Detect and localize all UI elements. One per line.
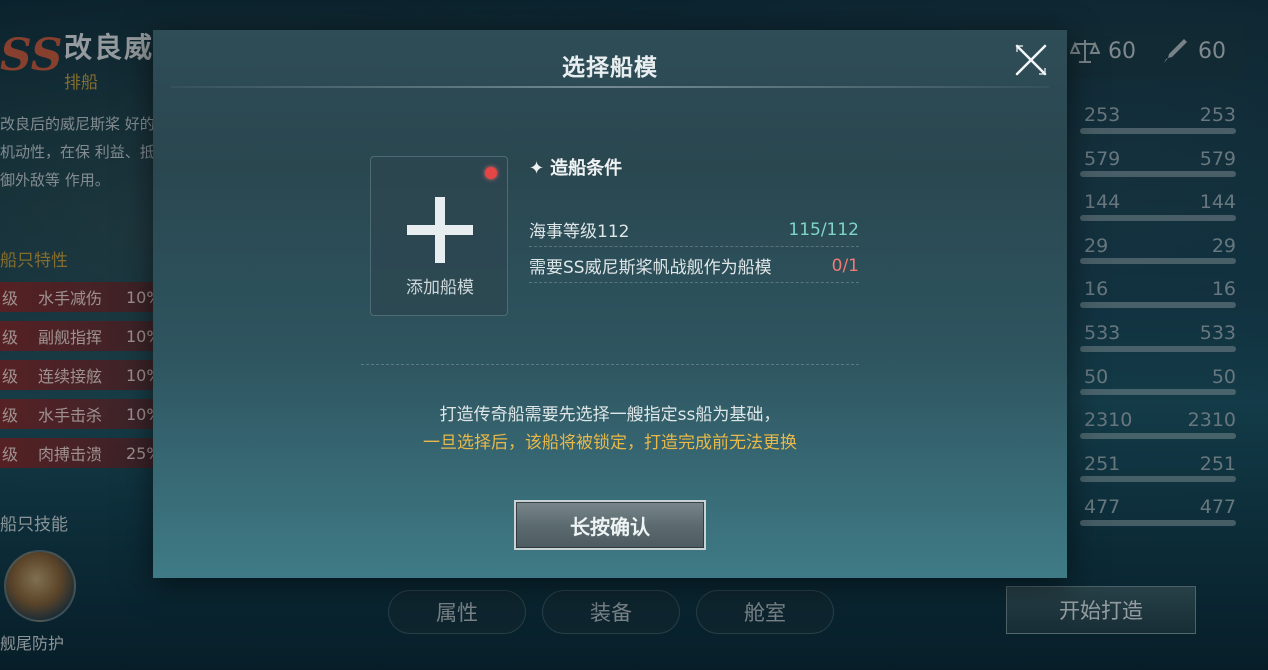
notice-warning-text: 一旦选择后，该船将被锁定，打造完成前无法更换 [423,433,797,453]
close-button[interactable] [1011,40,1051,80]
close-icon [1015,44,1047,76]
plus-icon [407,197,473,263]
section-divider [361,364,859,365]
condition-value: 0/1 [831,255,859,276]
condition-row: 需要SS威尼斯桨帆战舰作为船模 0/1 [529,249,859,283]
condition-label: 海事等级112 [529,222,630,242]
long-press-confirm-button[interactable]: 长按确认 [514,500,706,550]
notice-text: 打造传奇船需要先选择一艘指定ss船为基础， [439,405,781,425]
condition-row: 海事等级112 115/112 [529,213,859,247]
select-ship-model-dialog: 选择船模 添加船模 ✦ 造船条件 海事等级112 115/112 需要SS威尼斯桨… [153,30,1067,578]
conditions-title: ✦ 造船条件 [529,154,622,180]
conditions-title-text: 造船条件 [550,158,623,179]
notification-dot [485,167,497,179]
star-icon: ✦ [529,158,545,179]
dialog-title: 选择船模 [562,55,658,81]
add-slot-label: 添加船模 [406,278,474,298]
add-ship-model-slot[interactable]: 添加船模 [370,156,508,316]
condition-label: 需要SS威尼斯桨帆战舰作为船模 [529,258,772,278]
title-divider [171,86,1049,88]
condition-value: 115/112 [788,219,859,240]
